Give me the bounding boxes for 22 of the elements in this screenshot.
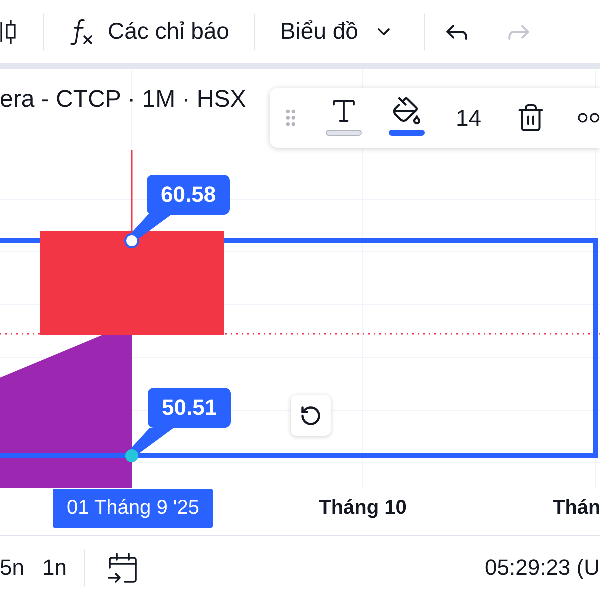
function-icon <box>70 18 94 46</box>
chart-type-button[interactable]: Biểu đồ <box>274 10 400 54</box>
label-pointer <box>128 428 174 456</box>
reset-button[interactable] <box>291 395 331 436</box>
axis-label: Tháng 10 <box>319 496 407 521</box>
calendar-arrow-icon[interactable] <box>106 552 139 584</box>
rotate-icon <box>300 404 322 426</box>
indicators-label: Các chỉ báo <box>108 18 230 45</box>
anchor-handle[interactable] <box>124 234 140 248</box>
indicators-button[interactable]: Các chỉ báo <box>64 10 236 54</box>
candlestick-icon[interactable] <box>0 18 17 44</box>
range-button[interactable]: 1n <box>42 548 67 588</box>
crosshair-date-label: 01 Tháng 9 '25 <box>53 489 214 528</box>
range-button[interactable]: 5n <box>0 548 24 588</box>
font-size-button[interactable]: 14 <box>446 96 491 140</box>
paint-bucket-icon <box>392 96 422 126</box>
anchor-handle[interactable] <box>126 450 138 462</box>
axis-label: Thán <box>553 496 600 521</box>
chart-type-label: Biểu đồ <box>280 18 358 45</box>
clock-time: 05:29:23 (U <box>485 555 600 581</box>
symbol-legend: era - CTCP · 1M · HSX <box>0 86 246 114</box>
more-icon[interactable] <box>578 113 600 123</box>
